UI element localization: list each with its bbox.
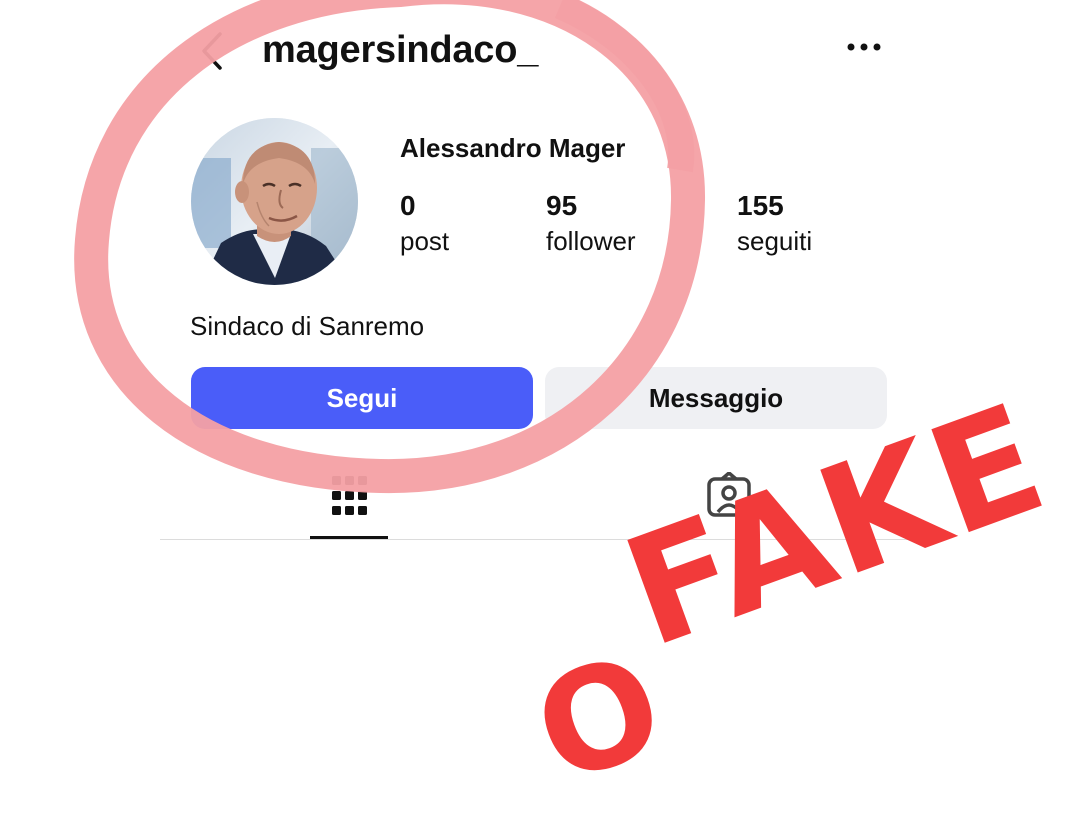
tab-posts-grid[interactable] — [310, 470, 388, 540]
tab-tagged[interactable] — [700, 471, 760, 522]
tabs-divider — [160, 539, 920, 540]
posts-label: post — [400, 226, 450, 256]
message-button[interactable]: Messaggio — [545, 367, 887, 429]
following-label[interactable]: seguiti — [737, 226, 812, 256]
profile-username: magersindaco_ — [262, 29, 539, 71]
profile-bio: Sindaco di Sanremo — [190, 311, 425, 341]
more-options-icon[interactable] — [846, 40, 882, 54]
highlight-circle-overlay — [74, 0, 706, 494]
fake-stamp: O FAKE — [516, 371, 1079, 816]
grid-icon — [332, 476, 367, 515]
follow-button[interactable]: Segui — [191, 367, 533, 429]
stamp-partial-letter: O — [515, 622, 684, 816]
followers-label[interactable]: follower — [546, 226, 636, 256]
avatar[interactable] — [191, 118, 358, 285]
following-count[interactable]: 155 — [737, 190, 784, 222]
tagged-person-icon — [707, 471, 751, 517]
back-icon[interactable] — [196, 30, 232, 72]
followers-count[interactable]: 95 — [546, 190, 577, 222]
posts-count: 0 — [400, 190, 416, 221]
profile-full-name: Alessandro Mager — [400, 133, 626, 163]
